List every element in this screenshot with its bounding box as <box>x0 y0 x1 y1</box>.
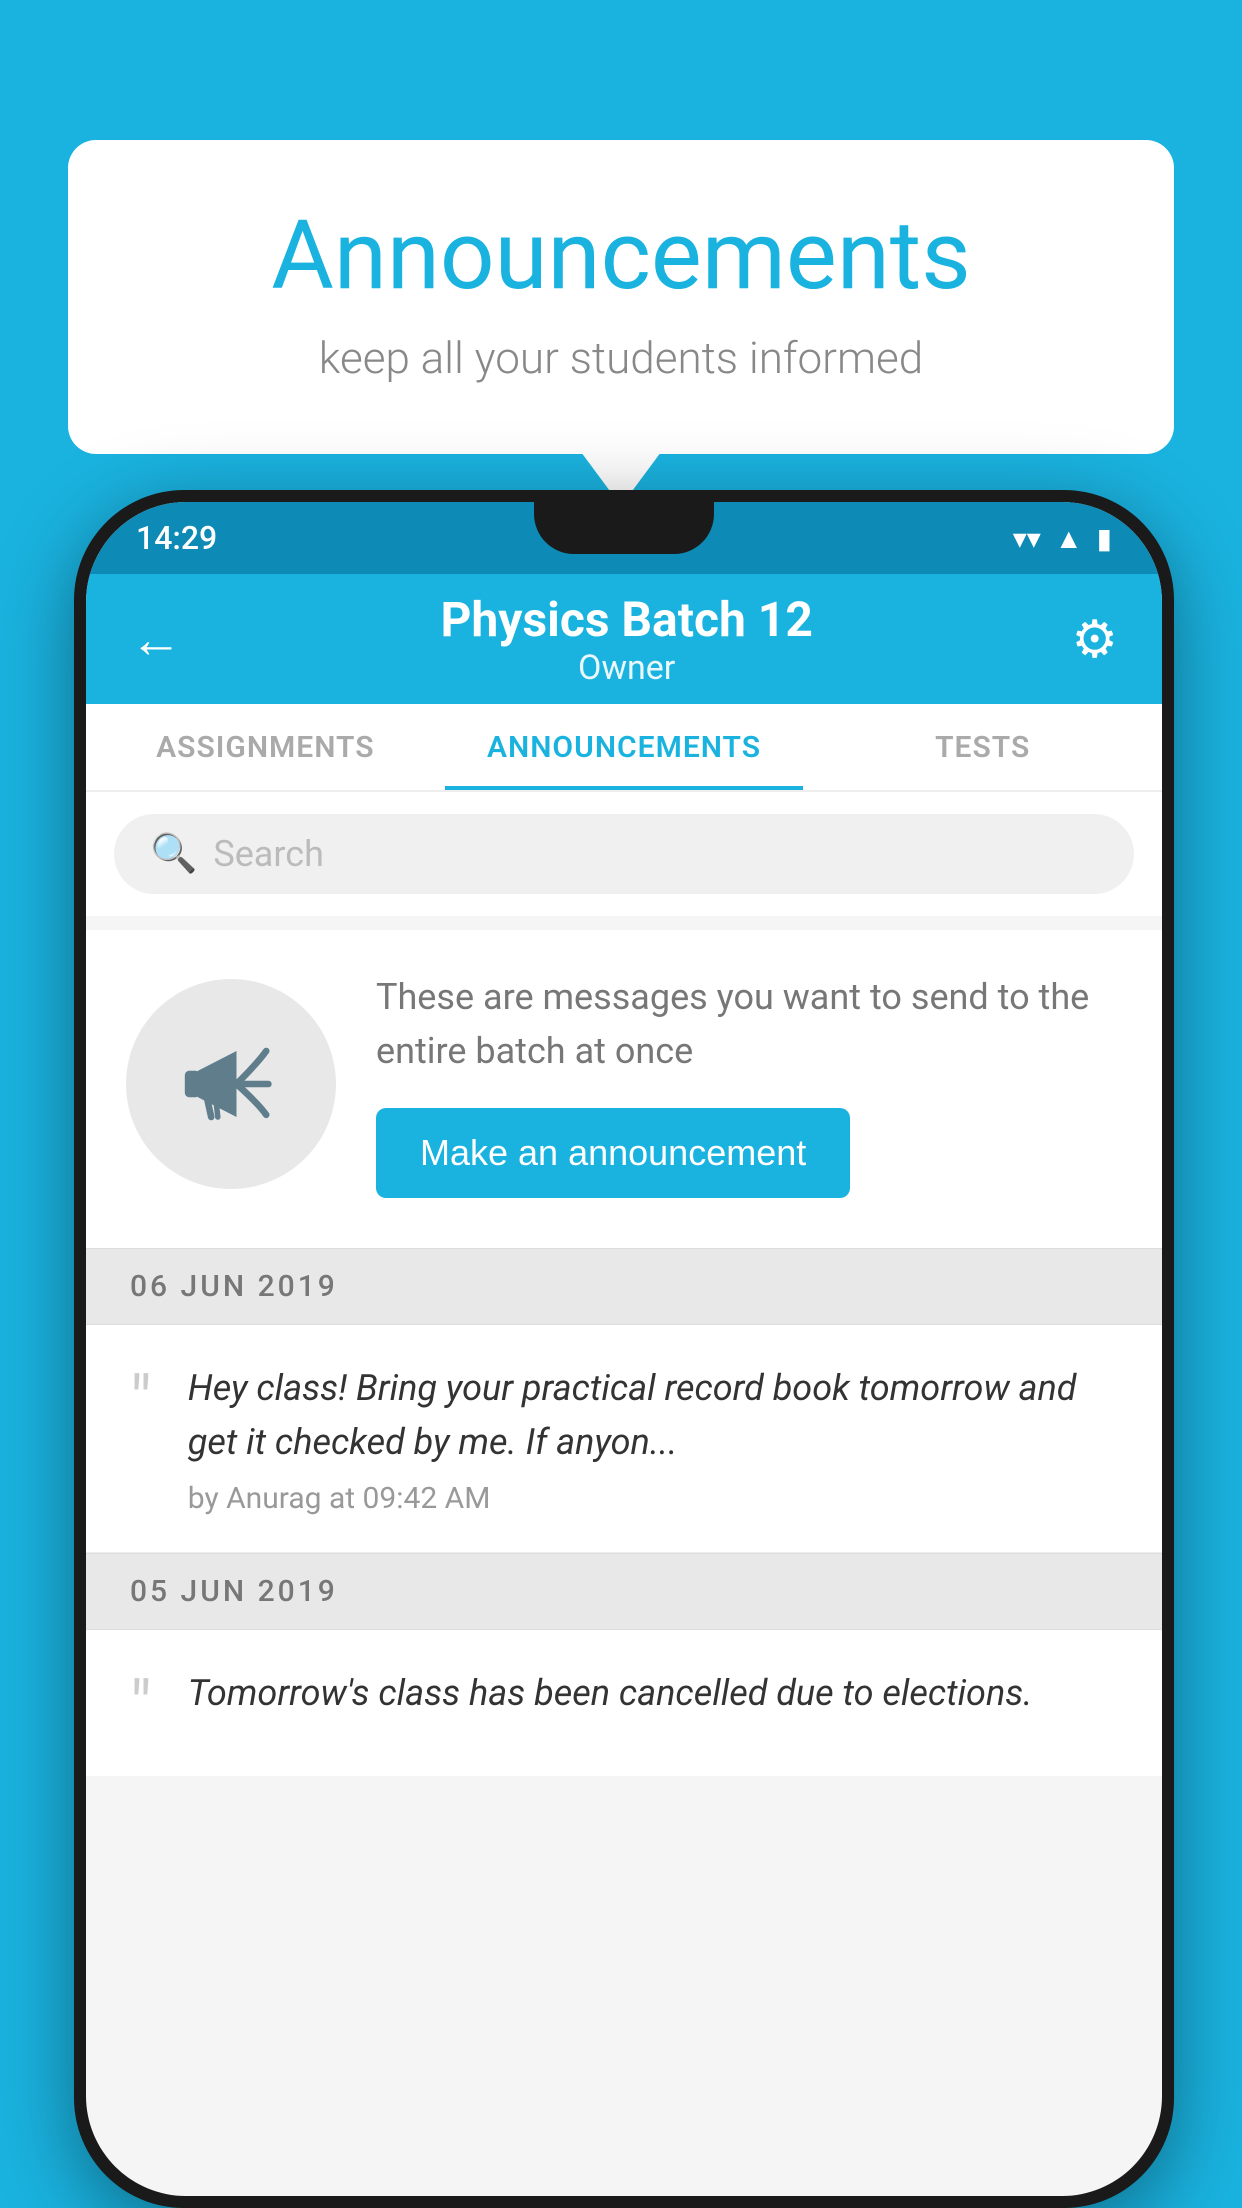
search-container: 🔍 Search <box>86 792 1162 916</box>
search-icon: 🔍 <box>150 832 197 876</box>
search-placeholder: Search <box>213 833 324 875</box>
batch-title: Physics Batch 12 <box>440 591 812 648</box>
make-announcement-button[interactable]: Make an announcement <box>376 1108 850 1198</box>
tab-announcements[interactable]: ANNOUNCEMENTS <box>445 704 804 790</box>
notch <box>534 502 714 554</box>
back-button[interactable]: ← <box>130 609 182 670</box>
quote-icon-1: " <box>130 1367 152 1435</box>
date-header-2: 05 JUN 2019 <box>86 1553 1162 1630</box>
announcement-meta-1: by Anurag at 09:42 AM <box>188 1481 1118 1516</box>
quote-icon-2: " <box>130 1672 152 1740</box>
tab-bar: ASSIGNMENTS ANNOUNCEMENTS TESTS <box>86 704 1162 792</box>
promo-icon-circle <box>126 979 336 1189</box>
status-time: 14:29 <box>136 519 217 557</box>
phone-frame: 14:29 ▾▾ ▲ ▮ ← Physics Batch 12 Owner ⚙ … <box>74 490 1174 2208</box>
announcement-content-1: Hey class! Bring your practical record b… <box>188 1361 1118 1516</box>
batch-role: Owner <box>440 648 812 688</box>
bubble-subtitle: keep all your students informed <box>148 332 1094 384</box>
battery-icon: ▮ <box>1097 522 1112 555</box>
bubble-title: Announcements <box>148 200 1094 312</box>
announcement-content-2: Tomorrow's class has been cancelled due … <box>188 1666 1118 1732</box>
megaphone-icon <box>176 1029 286 1139</box>
search-bar[interactable]: 🔍 Search <box>114 814 1134 894</box>
tab-assignments[interactable]: ASSIGNMENTS <box>86 704 445 790</box>
header-title-section: Physics Batch 12 Owner <box>440 591 812 688</box>
speech-bubble: Announcements keep all your students inf… <box>68 140 1174 454</box>
status-bar: 14:29 ▾▾ ▲ ▮ <box>86 502 1162 574</box>
tab-tests[interactable]: TESTS <box>803 704 1162 790</box>
promo-section: These are messages you want to send to t… <box>86 930 1162 1248</box>
speech-bubble-container: Announcements keep all your students inf… <box>68 140 1174 454</box>
promo-description: These are messages you want to send to t… <box>376 970 1122 1078</box>
announcement-item-1: " Hey class! Bring your practical record… <box>86 1325 1162 1553</box>
settings-icon[interactable]: ⚙ <box>1071 609 1118 670</box>
promo-content: These are messages you want to send to t… <box>376 970 1122 1198</box>
signal-icon: ▲ <box>1055 522 1083 555</box>
wifi-icon: ▾▾ <box>1013 522 1041 555</box>
announcement-text-2: Tomorrow's class has been cancelled due … <box>188 1666 1118 1720</box>
phone-inner: 14:29 ▾▾ ▲ ▮ ← Physics Batch 12 Owner ⚙ … <box>86 502 1162 2196</box>
date-header-1: 06 JUN 2019 <box>86 1248 1162 1325</box>
status-icons: ▾▾ ▲ ▮ <box>1013 522 1112 555</box>
app-header: ← Physics Batch 12 Owner ⚙ <box>86 574 1162 704</box>
announcement-text-1: Hey class! Bring your practical record b… <box>188 1361 1118 1469</box>
announcement-item-2: " Tomorrow's class has been cancelled du… <box>86 1630 1162 1776</box>
